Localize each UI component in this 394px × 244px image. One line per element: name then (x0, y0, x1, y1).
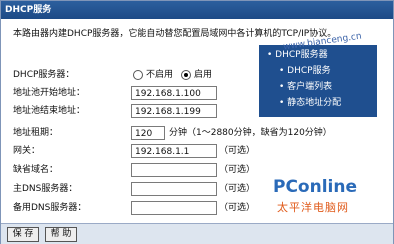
lease-row: 地址租期： 120 分钟（1～2880分钟，缺省为120分钟） (13, 125, 383, 141)
save-button[interactable]: 保 存 (7, 227, 39, 242)
pool-start-row: 地址池开始地址： 192.168.1.100 (13, 85, 253, 101)
domain-row: 缺省域名： （可选） (13, 162, 273, 178)
pool-start-label: 地址池开始地址： (13, 88, 86, 98)
radio-disable[interactable]: 不启用 (133, 67, 173, 83)
dhcp-service-window: DHCP服务 本路由器内建DHCP服务器，它能自动替您配置局域网中各计算机的TC… (0, 0, 394, 244)
radio-enable-icon[interactable] (181, 69, 191, 80)
pool-end-label: 地址池结束地址： (13, 106, 86, 116)
lease-label: 地址租期： (13, 128, 59, 138)
gateway-input[interactable]: 192.168.1.1 (131, 144, 217, 158)
radio-enable-label: 启用 (194, 70, 213, 80)
gateway-label: 网关： (13, 146, 41, 156)
domain-optional: （可选） (219, 165, 256, 175)
radio-disable-label: 不启用 (146, 70, 174, 80)
watermark: PConline 太平洋电脑网 (273, 177, 383, 214)
dns2-input[interactable] (131, 201, 217, 215)
dns1-row: 主DNS服务器： （可选） (13, 181, 273, 197)
dhcp-server-row: DHCP服务器： 不启用 启用 (13, 67, 253, 83)
pool-end-input[interactable]: 192.168.1.199 (131, 104, 217, 118)
dns1-input[interactable] (131, 182, 217, 196)
window-title: DHCP服务 (1, 1, 393, 19)
radio-enable[interactable]: 启用 (181, 67, 212, 83)
dns2-label: 备用DNS服务器： (13, 203, 87, 213)
help-panel-header: • DHCP服务器 (267, 50, 328, 60)
domain-label: 缺省域名： (13, 165, 59, 175)
dns2-optional: （可选） (219, 203, 256, 213)
help-link-static-address[interactable]: • 静态地址分配 (259, 95, 377, 111)
watermark-logo: PConline (273, 177, 358, 197)
radio-disable-icon[interactable] (133, 69, 143, 80)
domain-input[interactable] (131, 163, 217, 177)
gateway-optional: （可选） (219, 146, 256, 156)
gateway-row: 网关： 192.168.1.1 （可选） (13, 143, 273, 159)
help-panel: • DHCP服务器 • DHCP服务 • 客户端列表 • 静态地址分配 (259, 45, 377, 117)
dns1-label: 主DNS服务器： (13, 184, 78, 194)
help-button[interactable]: 帮 助 (45, 227, 77, 242)
dhcp-server-label: DHCP服务器： (13, 70, 75, 80)
lease-hint: 分钟（1～2880分钟，缺省为120分钟） (169, 128, 332, 138)
help-link-dhcp-service[interactable]: • DHCP服务 (259, 63, 377, 79)
dns2-row: 备用DNS服务器： （可选） (13, 200, 273, 216)
dns1-optional: （可选） (219, 184, 256, 194)
pool-start-input[interactable]: 192.168.1.100 (131, 86, 217, 100)
lease-input[interactable]: 120 (131, 126, 165, 140)
help-link-client-list[interactable]: • 客户端列表 (259, 79, 377, 95)
pool-end-row: 地址池结束地址： 192.168.1.199 (13, 103, 253, 119)
watermark-subtitle: 太平洋电脑网 (277, 201, 349, 214)
bottom-toolbar: 保 存 帮 助 (1, 223, 393, 244)
